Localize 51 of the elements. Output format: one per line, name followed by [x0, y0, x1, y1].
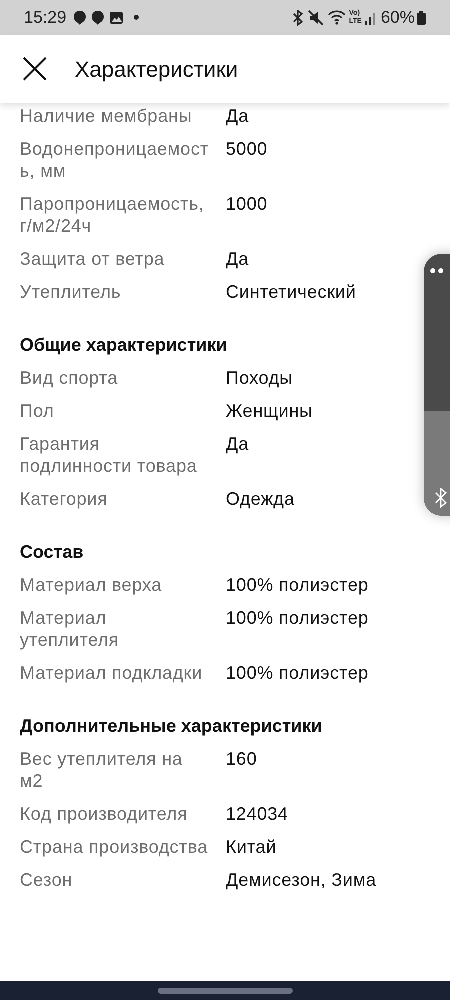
spec-value: Да — [226, 105, 250, 127]
spec-value: Да — [226, 248, 250, 270]
page-title: Характеристики — [75, 56, 238, 84]
spec-value: Походы — [226, 367, 293, 389]
image-icon — [108, 10, 124, 24]
dot-icon — [134, 15, 139, 20]
notification-icon — [72, 10, 87, 26]
spec-label: Защита от ветра — [20, 248, 166, 270]
spec-label: Пол — [20, 400, 56, 422]
spec-value: Синтетический — [226, 281, 356, 303]
spec-value: 100% полиэстер — [226, 662, 369, 684]
spec-label: Сезон — [20, 869, 74, 891]
spec-value: Китай — [226, 836, 277, 858]
section-heading: Общие характеристики — [20, 334, 228, 356]
wifi-icon — [328, 10, 346, 25]
spec-value: 5000 — [226, 138, 268, 161]
section-heading: Дополнительные характеристики — [20, 715, 324, 737]
more-icon — [430, 268, 446, 274]
spec-label: Категория — [20, 488, 109, 510]
spec-label: Утеплитель — [20, 281, 122, 303]
bluetooth-icon — [292, 10, 304, 26]
spec-value: Женщины — [226, 400, 313, 422]
status-time: 15:29 — [24, 6, 67, 29]
spec-label: Водонепроницаемость, мм — [20, 138, 210, 182]
spec-label: Вид спорта — [20, 367, 119, 389]
spec-label: Наличие мембраны — [20, 105, 194, 127]
home-indicator[interactable] — [158, 988, 292, 994]
spec-label: Материал верха — [20, 574, 164, 596]
close-icon — [22, 56, 48, 82]
spec-value: 100% полиэстер — [226, 574, 369, 596]
mute-icon — [308, 10, 324, 26]
bluetooth-icon — [435, 488, 447, 508]
spec-label: Паропроницаемость, г/м2/24ч — [20, 193, 206, 237]
spec-label: Код производителя — [20, 803, 189, 825]
spec-value: Одежда — [226, 488, 295, 510]
spec-label: Гарантия подлинности товара — [20, 433, 198, 477]
battery-icon — [417, 10, 426, 24]
spec-label: Материал утеплителя — [20, 607, 120, 651]
spec-label: Страна производства — [20, 836, 209, 858]
spec-value: 100% полиэстер — [226, 607, 369, 630]
battery-percent: 60% — [380, 6, 415, 29]
spec-value: 1000 — [226, 193, 268, 216]
signal-icon — [364, 10, 377, 24]
spec-label: Вес утеплителя на м2 — [20, 748, 184, 792]
spec-value: 160 — [226, 748, 258, 771]
spec-value: 124034 — [226, 803, 288, 825]
notification-icon — [90, 10, 105, 26]
spec-label: Материал подкладки — [20, 662, 204, 684]
spec-value: Демисезон, Зима — [226, 869, 377, 891]
section-heading: Состав — [20, 541, 85, 563]
spec-value: Да — [226, 433, 250, 456]
